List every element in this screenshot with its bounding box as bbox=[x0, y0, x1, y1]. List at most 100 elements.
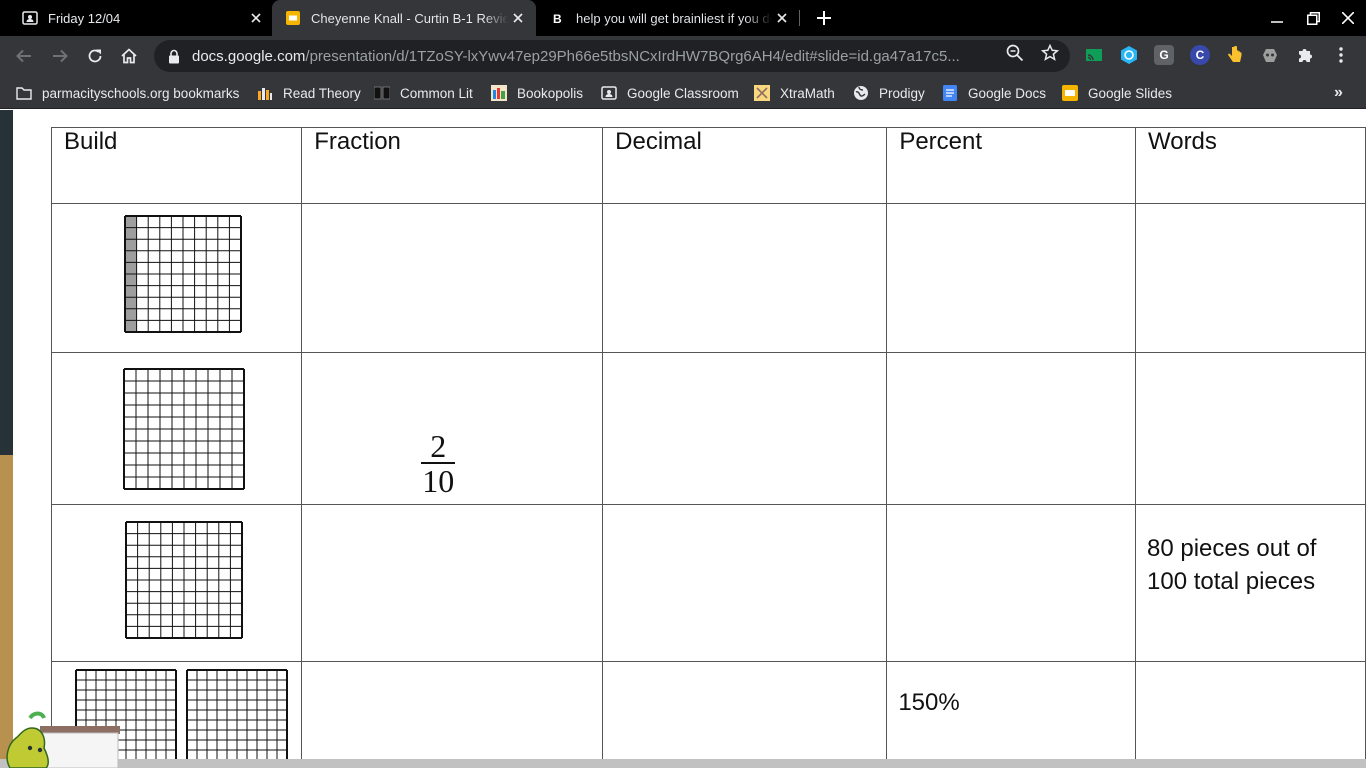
tab-title: Cheyenne Knall - Curtin B-1 Review bbox=[311, 10, 508, 26]
grid-shaded-cell bbox=[125, 320, 137, 332]
menu-kebab-icon[interactable] bbox=[1331, 45, 1351, 65]
tab-separator bbox=[799, 10, 800, 26]
close-tab-icon[interactable] bbox=[772, 8, 792, 28]
grid-shaded-cell bbox=[125, 285, 137, 298]
header-decimal: Decimal bbox=[602, 127, 888, 204]
header-build: Build bbox=[50, 127, 303, 204]
zoom-icon[interactable] bbox=[1006, 44, 1024, 62]
build-cell bbox=[50, 504, 303, 662]
read-theory-icon bbox=[257, 85, 273, 101]
grid-shaded-cell bbox=[125, 250, 137, 263]
bookmark-prodigy[interactable]: Prodigy bbox=[853, 82, 925, 104]
bookmark-google-slides[interactable]: Google Slides bbox=[1062, 82, 1172, 104]
bookmark-xtramath[interactable]: XtraMath bbox=[754, 82, 835, 104]
extension-hex-icon[interactable] bbox=[1119, 45, 1139, 65]
decimal-cell[interactable] bbox=[602, 352, 888, 505]
folder-icon bbox=[16, 85, 32, 101]
words-cell[interactable] bbox=[1135, 352, 1366, 505]
percent-text: 150% bbox=[898, 689, 960, 716]
back-arrow-icon bbox=[16, 49, 31, 63]
hundred-grid bbox=[123, 368, 245, 490]
header-fraction: Fraction bbox=[301, 127, 604, 204]
reload-button[interactable] bbox=[79, 40, 111, 72]
build-cell bbox=[50, 203, 303, 353]
percent-cell[interactable] bbox=[886, 203, 1136, 353]
percent-cell[interactable] bbox=[886, 504, 1136, 662]
bookmark-label: Common Lit bbox=[400, 85, 473, 101]
words-cell[interactable]: 80 pieces out of 100 total pieces bbox=[1135, 504, 1366, 662]
url-text: docs.google.com/presentation/d/1TZoSY-lx… bbox=[192, 48, 998, 65]
grid-shaded-cell bbox=[125, 239, 137, 251]
home-button[interactable] bbox=[113, 40, 145, 72]
build-cell bbox=[50, 352, 303, 505]
tab-friday[interactable]: Friday 12/04 bbox=[0, 0, 272, 36]
minimize-button[interactable] bbox=[1259, 0, 1295, 36]
fraction-two-tenths: 2 10 bbox=[418, 430, 458, 498]
bookmark-label: Prodigy bbox=[879, 85, 925, 101]
bookmarks-overflow-button[interactable]: » bbox=[1334, 82, 1343, 104]
table-row bbox=[50, 203, 1366, 353]
extension-robot-icon[interactable] bbox=[1260, 45, 1280, 65]
words-cell[interactable] bbox=[1135, 203, 1366, 353]
url-host: docs.google.com bbox=[192, 47, 306, 65]
bookmark-star-icon[interactable] bbox=[1041, 44, 1059, 62]
grid-shaded-cell bbox=[125, 262, 137, 274]
lock-icon[interactable] bbox=[168, 48, 182, 64]
scrollbar-track[interactable] bbox=[0, 759, 1366, 768]
grid-shaded-cell bbox=[125, 308, 137, 321]
cast-extension-icon[interactable] bbox=[1084, 45, 1104, 65]
close-tab-icon[interactable] bbox=[508, 8, 528, 28]
prodigy-icon bbox=[853, 85, 869, 101]
book-icon bbox=[374, 85, 390, 101]
extension-g-icon[interactable]: G bbox=[1154, 45, 1174, 65]
tab-slides[interactable]: Cheyenne Knall - Curtin B-1 Review bbox=[272, 0, 536, 36]
bookopolis-icon bbox=[491, 85, 507, 101]
bookmark-common-lit[interactable]: Common Lit bbox=[374, 82, 473, 104]
tab-title: Friday 12/04 bbox=[48, 10, 121, 26]
fraction-cell[interactable]: 2 10 bbox=[301, 352, 604, 505]
bookmark-bookopolis[interactable]: Bookopolis bbox=[491, 82, 583, 104]
bookmark-google-classroom[interactable]: Google Classroom bbox=[601, 82, 739, 104]
brainly-icon: B bbox=[550, 10, 566, 26]
percent-cell[interactable] bbox=[886, 352, 1136, 505]
header-percent: Percent bbox=[886, 127, 1136, 204]
forward-button[interactable] bbox=[44, 40, 76, 72]
bookmark-parmacityschools[interactable]: parmacityschools.org bookmarks bbox=[16, 82, 239, 104]
fraction-denominator: 10 bbox=[422, 463, 455, 499]
bookmark-label: Google Slides bbox=[1088, 85, 1173, 101]
close-tab-icon[interactable] bbox=[246, 8, 266, 28]
grid-shaded-cell bbox=[125, 274, 137, 286]
back-button[interactable] bbox=[8, 40, 40, 72]
grid-shaded-cell bbox=[125, 227, 137, 240]
horizontal-scrollbar[interactable] bbox=[0, 730, 1366, 768]
extension-hand-icon[interactable] bbox=[1225, 45, 1245, 65]
home-icon bbox=[121, 48, 137, 64]
url-path: /presentation/d/1TZoSY-lxYwv47ep29Ph66e5… bbox=[305, 47, 960, 65]
table-row: 2 10 bbox=[50, 352, 1366, 505]
pear-mascot-icon bbox=[6, 711, 120, 768]
bookmark-label: Google Docs bbox=[968, 85, 1047, 101]
extensions-puzzle-icon[interactable] bbox=[1295, 45, 1315, 65]
decimal-cell[interactable] bbox=[602, 504, 888, 662]
address-bar[interactable]: docs.google.com/presentation/d/1TZoSY-lx… bbox=[154, 40, 1070, 72]
hundred-grid-shaded bbox=[124, 215, 242, 333]
extension-c-icon[interactable]: C bbox=[1190, 45, 1210, 65]
bookmark-read-theory[interactable]: Read Theory bbox=[257, 82, 361, 104]
decimal-cell[interactable] bbox=[602, 203, 888, 353]
table-row: 80 pieces out of 100 total pieces bbox=[50, 504, 1366, 662]
google-docs-icon bbox=[942, 85, 958, 101]
google-slides-icon bbox=[285, 10, 301, 26]
classroom-icon bbox=[22, 10, 38, 26]
close-window-button[interactable] bbox=[1330, 0, 1366, 36]
browser-toolbar: docs.google.com/presentation/d/1TZoSY-lx… bbox=[0, 36, 1366, 76]
fraction-cell[interactable] bbox=[301, 203, 604, 353]
bookmark-google-docs[interactable]: Google Docs bbox=[942, 82, 1046, 104]
bookmark-label: Read Theory bbox=[283, 85, 361, 101]
tab-strip: Friday 12/04 Cheyenne Knall - Curtin B-1… bbox=[0, 0, 1366, 36]
fraction-numerator: 2 bbox=[430, 428, 447, 464]
tab-brainly[interactable]: B help you will get brainliest if you do… bbox=[538, 0, 800, 36]
restore-button[interactable] bbox=[1295, 0, 1331, 36]
fraction-cell[interactable] bbox=[301, 504, 604, 662]
new-tab-button[interactable] bbox=[810, 4, 838, 32]
google-slides-icon bbox=[1062, 85, 1078, 101]
